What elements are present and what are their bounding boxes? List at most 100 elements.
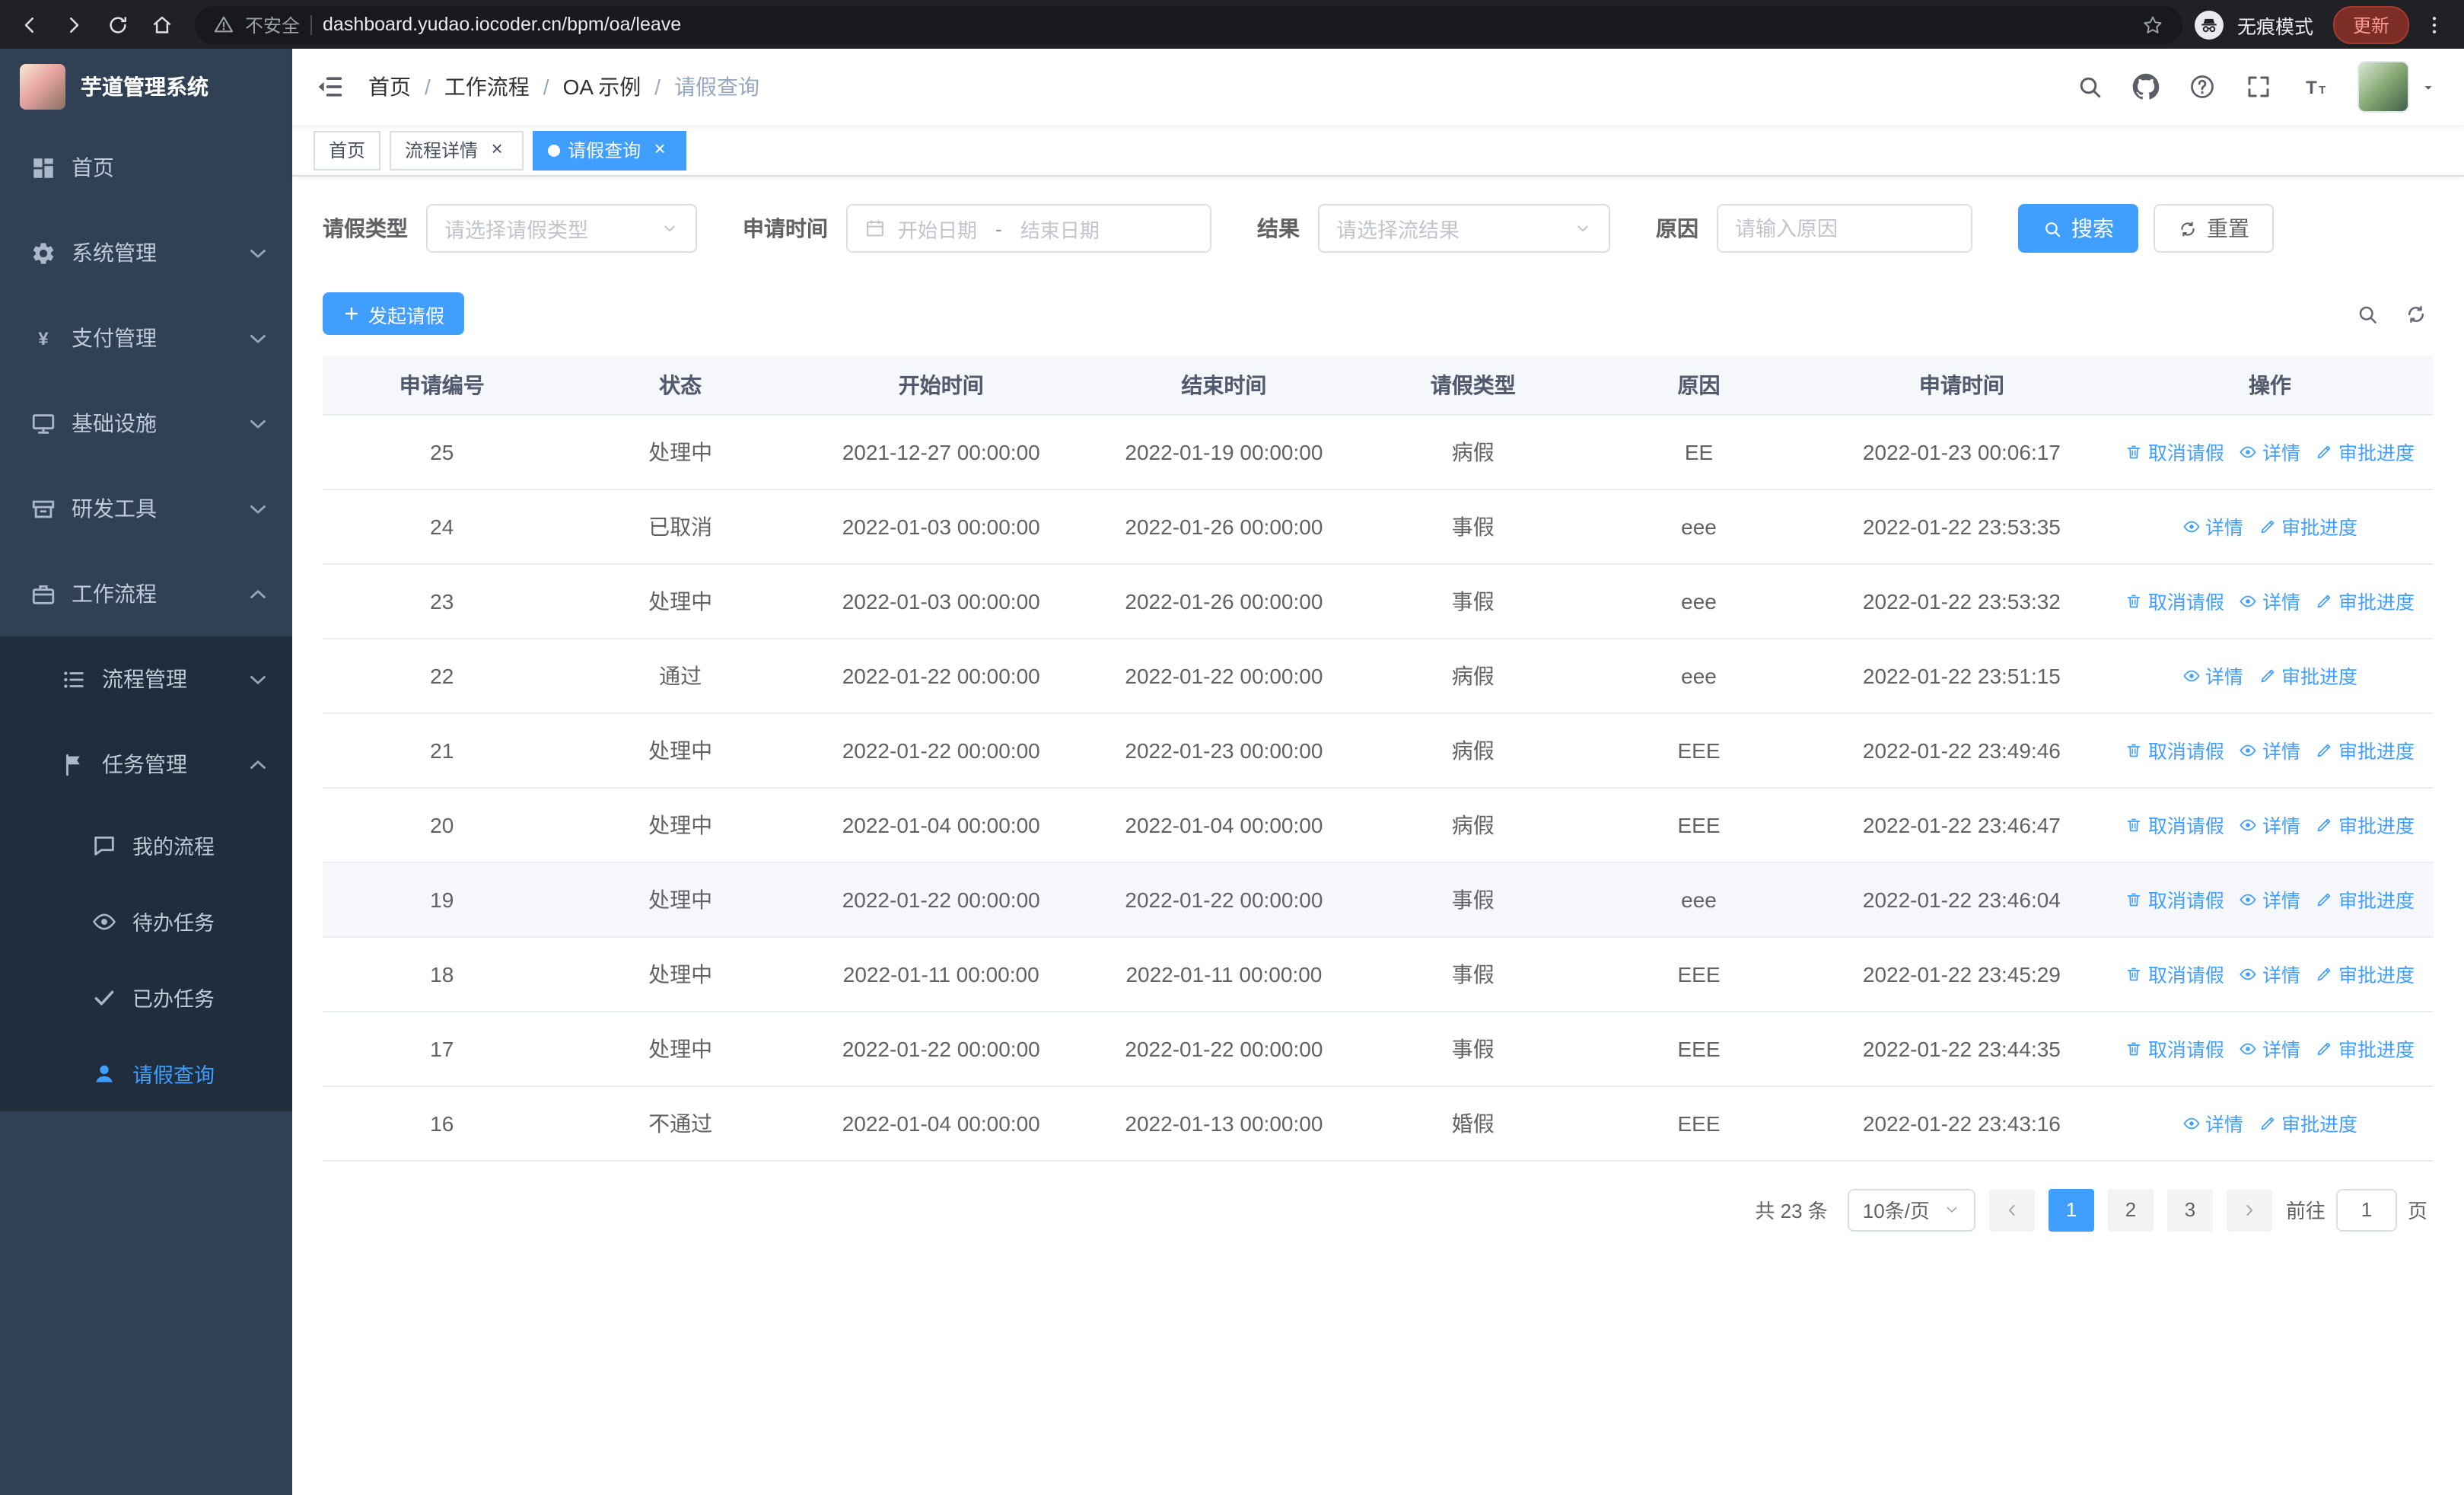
tab-process-detail[interactable]: 流程详情 ×: [390, 130, 524, 170]
browser-reload-icon[interactable]: [107, 13, 129, 36]
leave-type-select[interactable]: 请选择请假类型: [426, 204, 697, 253]
toggle-search-icon[interactable]: [2356, 302, 2379, 325]
top-navbar: 首页 / 工作流程 / OA 示例 / 请假查询 TT: [292, 49, 2464, 125]
breadcrumb-item[interactable]: 首页: [368, 72, 411, 102]
page-button-3[interactable]: 3: [2166, 1188, 2213, 1231]
filter-buttons: 搜索 重置: [2018, 204, 2274, 253]
breadcrumb-item[interactable]: 工作流程: [444, 72, 530, 102]
browser-forward-icon[interactable]: [62, 13, 85, 36]
progress-link[interactable]: 审批进度: [2259, 661, 2357, 690]
detail-link[interactable]: 详情: [2240, 959, 2300, 988]
detail-link[interactable]: 详情: [2182, 512, 2243, 540]
action-label: 详情: [2262, 592, 2300, 614]
fullscreen-icon[interactable]: [2245, 73, 2272, 100]
cancel-leave-link[interactable]: 取消请假: [2125, 586, 2224, 615]
reason-input[interactable]: [1718, 206, 1971, 251]
sidebar-item-process-mgmt[interactable]: 流程管理: [0, 636, 292, 722]
user-menu[interactable]: [2357, 61, 2437, 113]
detail-link[interactable]: 详情: [2182, 1108, 2243, 1137]
table-header-row: 申请编号 状态 开始时间 结束时间 请假类型 原因 申请时间 操作: [323, 356, 2434, 415]
progress-link[interactable]: 审批进度: [2259, 1108, 2357, 1137]
cell-end: 2022-01-22 00:00:00: [1082, 1011, 1366, 1086]
cell-reason: eee: [1581, 638, 1817, 713]
filter-leave-type: 请假类型 请选择请假类型: [323, 204, 697, 253]
font-size-icon[interactable]: TT: [2301, 73, 2329, 100]
close-icon[interactable]: ×: [485, 138, 508, 161]
result-select[interactable]: 请选择流结果: [1318, 204, 1610, 253]
close-icon[interactable]: ×: [648, 138, 671, 161]
detail-link[interactable]: 详情: [2240, 437, 2300, 466]
progress-link[interactable]: 审批进度: [2316, 437, 2415, 466]
cell-applied: 2022-01-22 23:43:16: [1816, 1085, 2106, 1161]
refresh-table-icon[interactable]: [2405, 302, 2427, 325]
cancel-leave-link[interactable]: 取消请假: [2125, 1034, 2224, 1063]
cancel-leave-link[interactable]: 取消请假: [2125, 959, 2224, 988]
cancel-leave-link[interactable]: 取消请假: [2125, 885, 2224, 913]
view-icon: [2240, 741, 2258, 759]
sidebar-item-my-process[interactable]: 我的流程: [0, 807, 292, 883]
progress-link[interactable]: 审批进度: [2316, 586, 2415, 615]
breadcrumb-item[interactable]: OA 示例: [563, 72, 641, 102]
create-leave-button[interactable]: 发起请假: [323, 292, 465, 335]
prev-page-button[interactable]: [1988, 1188, 2035, 1231]
sidebar-item-infra[interactable]: 基础设施: [0, 381, 292, 466]
cell-status: 处理中: [561, 787, 800, 862]
progress-link[interactable]: 审批进度: [2259, 512, 2357, 540]
progress-link[interactable]: 审批进度: [2316, 885, 2415, 913]
sidebar-item-todo-task[interactable]: 待办任务: [0, 883, 292, 959]
detail-link[interactable]: 详情: [2240, 885, 2300, 913]
apply-time-range-picker[interactable]: 开始日期 - 结束日期: [846, 204, 1211, 253]
range-separator: -: [995, 217, 1002, 240]
detail-link[interactable]: 详情: [2240, 735, 2300, 764]
browser-back-icon[interactable]: [18, 13, 41, 36]
next-page-button[interactable]: [2226, 1188, 2272, 1231]
app-frame: 芋道管理系统 首页 系统管理 ¥ 支付管理 基础设施 研发工具 工作流程 流程管理 任务管理 我的…: [0, 49, 2464, 1495]
edit-icon: [2316, 442, 2334, 461]
sidebar-item-devtools[interactable]: 研发工具: [0, 466, 292, 551]
tab-leave-query[interactable]: 请假查询 ×: [533, 130, 687, 170]
sidebar-item-done-task[interactable]: 已办任务: [0, 959, 292, 1035]
github-icon[interactable]: [2132, 73, 2160, 100]
sidebar-toggle-icon[interactable]: [315, 72, 345, 102]
cancel-leave-link[interactable]: 取消请假: [2125, 735, 2224, 764]
page-button-2[interactable]: 2: [2107, 1188, 2154, 1231]
search-icon[interactable]: [2076, 73, 2103, 100]
address-bar[interactable]: 不安全 dashboard.yudao.iocoder.cn/bpm/oa/le…: [195, 5, 2182, 43]
browser-menu-icon[interactable]: [2423, 13, 2446, 36]
cell-id: 20: [323, 787, 562, 862]
progress-link[interactable]: 审批进度: [2316, 1034, 2415, 1063]
reset-button[interactable]: 重置: [2154, 204, 2274, 253]
progress-link[interactable]: 审批进度: [2316, 810, 2415, 839]
detail-link[interactable]: 详情: [2182, 661, 2243, 690]
update-button[interactable]: 更新: [2332, 5, 2409, 43]
cancel-leave-link[interactable]: 取消请假: [2125, 810, 2224, 839]
app-logo[interactable]: 芋道管理系统: [0, 49, 292, 125]
detail-link[interactable]: 详情: [2240, 586, 2300, 615]
cell-id: 16: [323, 1085, 562, 1161]
sidebar-item-home[interactable]: 首页: [0, 125, 292, 210]
sidebar-item-leave-query[interactable]: 请假查询: [0, 1035, 292, 1111]
page-button-1[interactable]: 1: [2048, 1188, 2094, 1231]
sidebar-item-task-mgmt[interactable]: 任务管理: [0, 722, 292, 807]
progress-link[interactable]: 审批进度: [2316, 959, 2415, 988]
sidebar-item-system[interactable]: 系统管理: [0, 210, 292, 295]
cancel-leave-link[interactable]: 取消请假: [2125, 437, 2224, 466]
help-icon[interactable]: [2189, 73, 2216, 100]
detail-link[interactable]: 详情: [2240, 1034, 2300, 1063]
sidebar-item-label: 流程管理: [102, 667, 187, 691]
cell-reason: eee: [1581, 563, 1817, 639]
progress-link[interactable]: 审批进度: [2316, 735, 2415, 764]
tab-home[interactable]: 首页: [314, 130, 381, 170]
sidebar-item-payment[interactable]: ¥ 支付管理: [0, 295, 292, 381]
search-button[interactable]: 搜索: [2018, 204, 2138, 253]
browser-home-icon[interactable]: [151, 13, 173, 36]
action-label: 取消请假: [2147, 443, 2224, 464]
sidebar-item-workflow[interactable]: 工作流程: [0, 551, 292, 636]
breadcrumb-separator: /: [425, 75, 431, 99]
cell-status: 处理中: [561, 563, 800, 639]
page-size-select[interactable]: 10条/页: [1847, 1188, 1975, 1231]
bookmark-star-icon[interactable]: [2141, 13, 2164, 36]
detail-link[interactable]: 详情: [2240, 810, 2300, 839]
cell-end: 2022-01-26 00:00:00: [1082, 489, 1366, 564]
goto-page-input[interactable]: [2335, 1188, 2397, 1231]
